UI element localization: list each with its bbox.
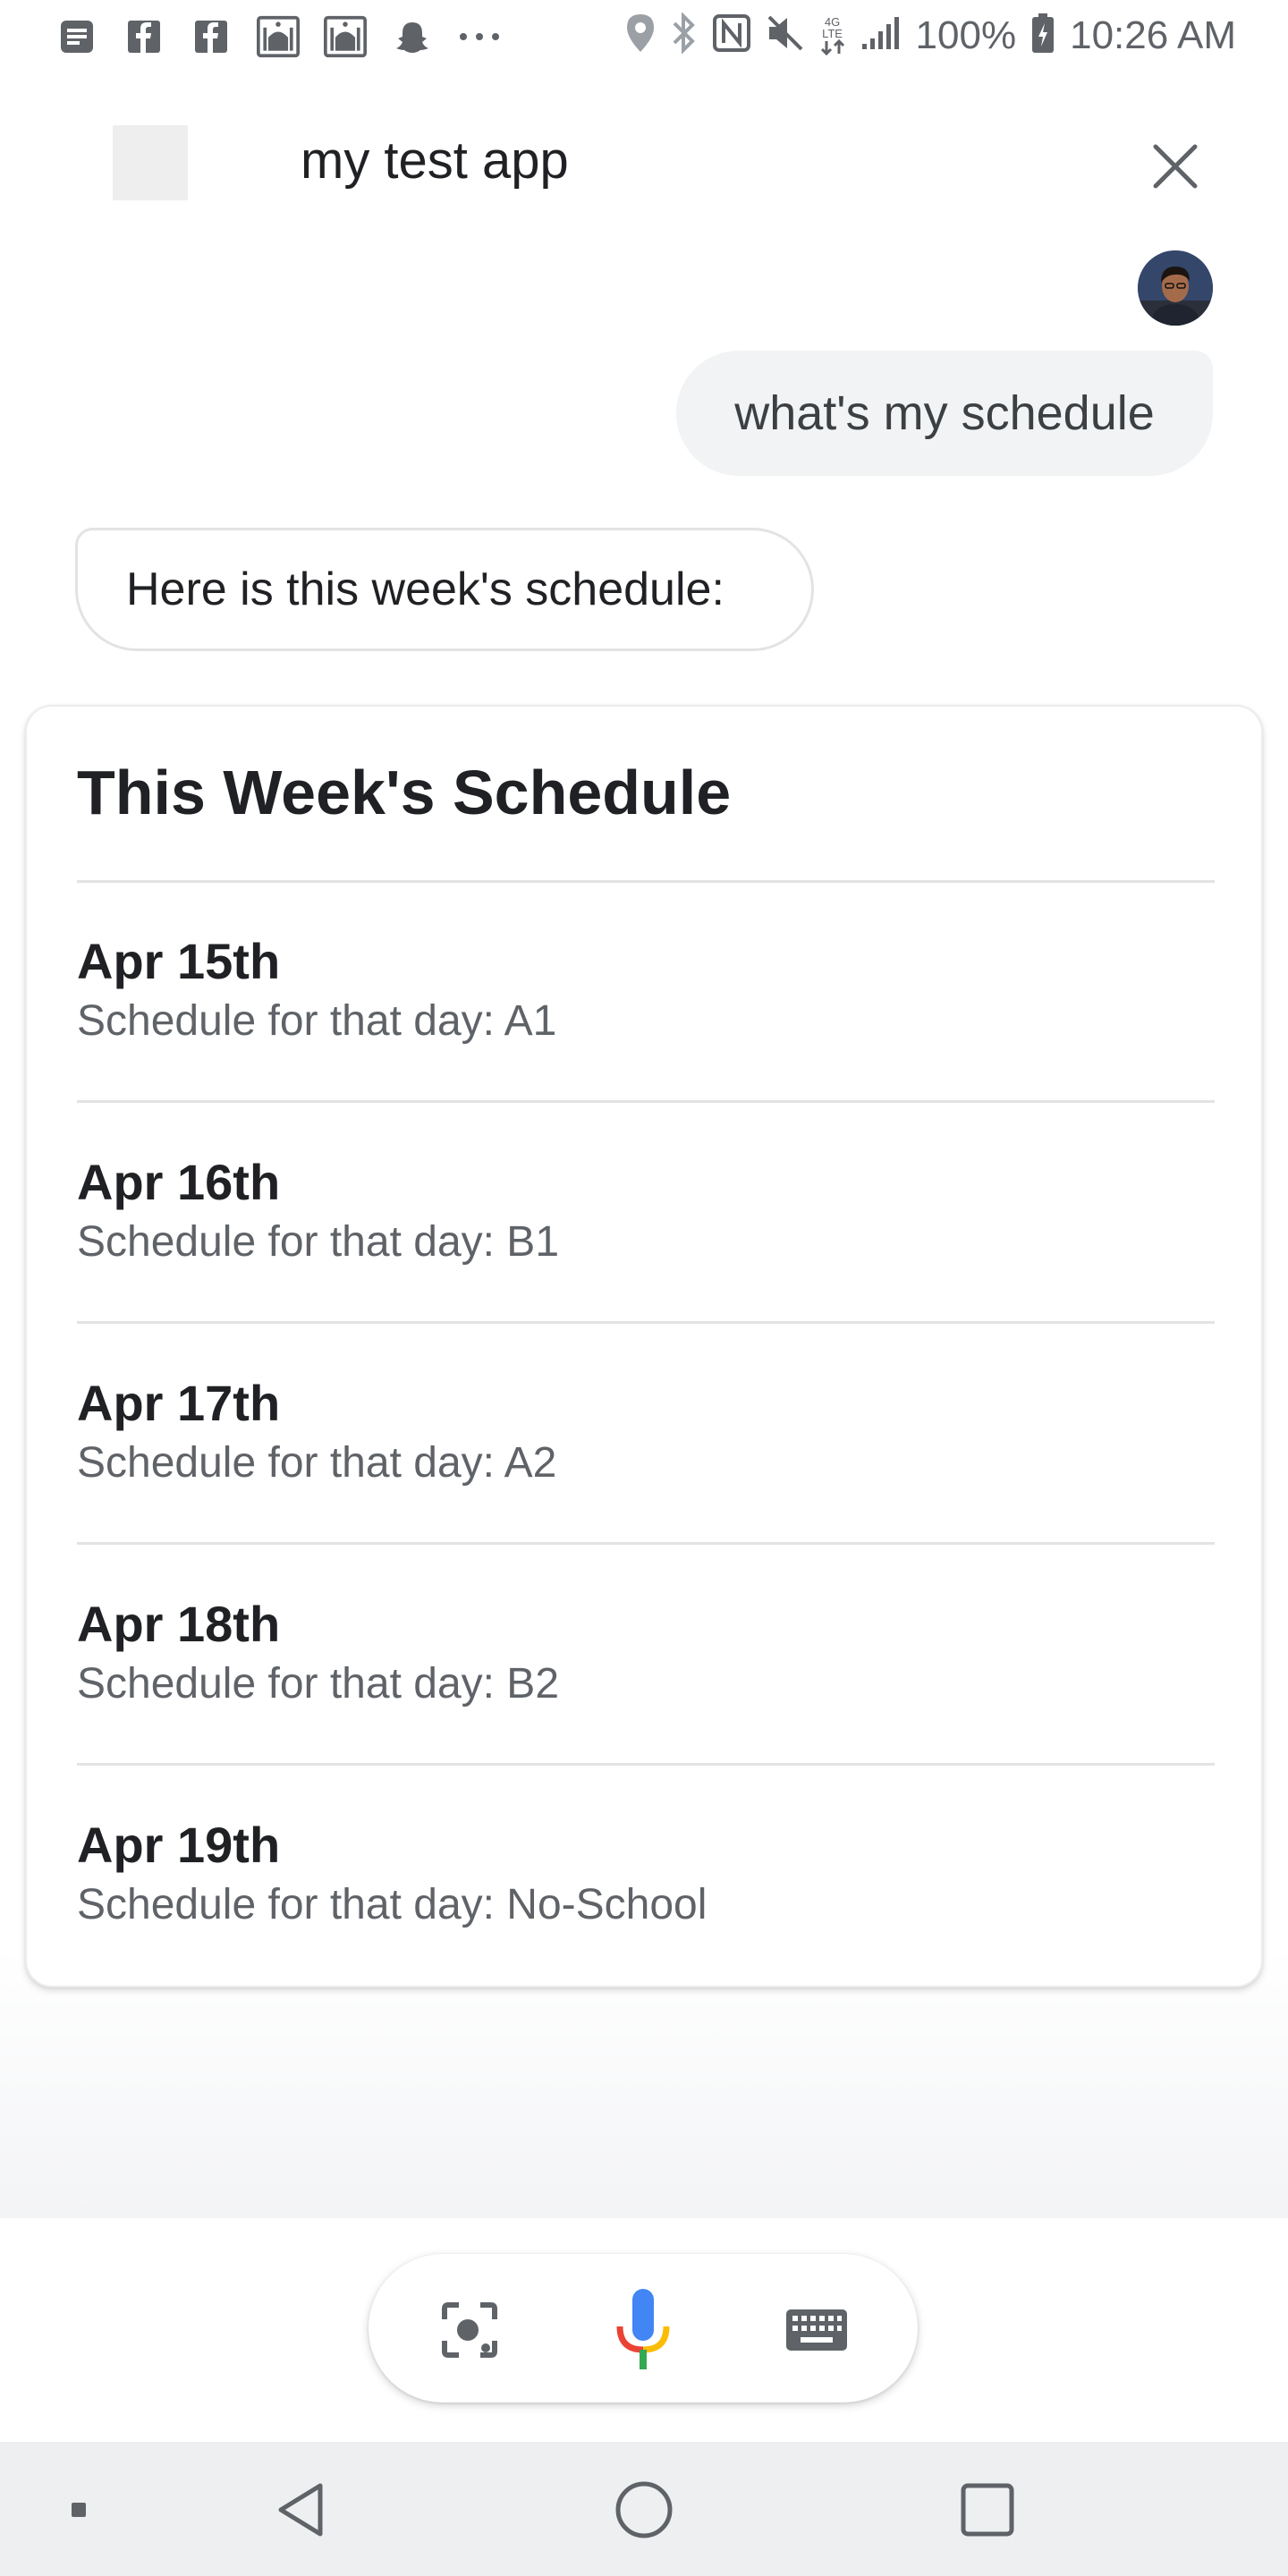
schedule-list: Apr 15th Schedule for that day: A1 Apr 1… — [27, 882, 1261, 1987]
item-date: Apr 16th — [77, 1154, 281, 1210]
recents-button[interactable] — [955, 2478, 1020, 2542]
keyboard-icon — [786, 2309, 847, 2351]
more-notifications-icon — [458, 14, 501, 59]
snapchat-icon — [391, 14, 434, 59]
item-detail: Schedule for that day: B2 — [77, 1660, 560, 1707]
list-item[interactable]: Apr 15th Schedule for that day: A1 — [27, 882, 1261, 1103]
microphone-icon — [616, 2289, 670, 2369]
battery-icon — [1030, 13, 1055, 58]
input-area — [0, 2218, 1288, 2442]
item-date: Apr 17th — [77, 1375, 281, 1431]
list-item[interactable]: Apr 16th Schedule for that day: B1 — [27, 1103, 1261, 1324]
lens-icon — [442, 2302, 497, 2358]
list-item[interactable]: Apr 18th Schedule for that day: B2 — [27, 1545, 1261, 1766]
nav-dot-icon — [72, 2503, 86, 2517]
item-detail: Schedule for that day: A2 — [77, 1439, 557, 1487]
facebook-icon — [190, 14, 233, 59]
user-message-text: what's my schedule — [734, 386, 1155, 440]
messages-icon — [55, 14, 98, 59]
notification-icons — [55, 14, 501, 59]
back-icon — [278, 2483, 323, 2537]
location-icon — [624, 13, 657, 58]
recents-icon — [961, 2483, 1014, 2537]
app-title: my test app — [301, 131, 569, 190]
network-label: 4G LTE — [822, 14, 843, 40]
list-item[interactable]: Apr 17th Schedule for that day: A2 — [27, 1324, 1261, 1545]
mosque-icon — [257, 14, 300, 59]
mosque-icon — [324, 14, 367, 59]
4g-lte-icon: 4G LTE — [819, 16, 846, 55]
home-button[interactable] — [612, 2478, 676, 2542]
clock-time: 10:26 AM — [1070, 13, 1236, 57]
status-bar: 4G LTE 100% 10:26 AM — [0, 0, 1288, 77]
item-date: Apr 19th — [77, 1817, 281, 1873]
system-status: 4G LTE 100% 10:26 AM — [624, 12, 1236, 58]
item-date: Apr 15th — [77, 933, 281, 989]
close-button[interactable] — [1143, 134, 1208, 199]
conversation-area: what's my schedule Here is this week's s… — [0, 247, 1288, 2218]
item-detail: Schedule for that day: B1 — [77, 1218, 560, 1266]
assistant-message-text: Here is this week's schedule: — [126, 564, 724, 615]
lens-button[interactable] — [429, 2290, 510, 2370]
card-title: This Week's Schedule — [77, 758, 732, 827]
item-date: Apr 18th — [77, 1596, 281, 1652]
facebook-icon — [123, 14, 165, 59]
keyboard-button[interactable] — [776, 2290, 857, 2370]
list-item[interactable]: Apr 19th Schedule for that day: No-Schoo… — [27, 1766, 1261, 1987]
signal-icon — [860, 15, 902, 55]
item-detail: Schedule for that day: A1 — [77, 997, 557, 1045]
back-button[interactable] — [268, 2478, 333, 2542]
app-logo — [113, 125, 188, 200]
nav-dot-button[interactable] — [47, 2478, 111, 2542]
nfc-icon — [712, 13, 751, 57]
mute-icon — [766, 13, 805, 57]
bluetooth-icon — [671, 12, 698, 58]
microphone-button[interactable] — [603, 2289, 683, 2370]
app-header: my test app — [0, 77, 1288, 247]
assistant-message-bubble: Here is this week's schedule: — [75, 528, 814, 651]
user-message-bubble: what's my schedule — [676, 351, 1213, 476]
battery-percent: 100% — [915, 13, 1017, 57]
item-detail: Schedule for that day: No-School — [77, 1881, 708, 1928]
user-avatar[interactable] — [1138, 250, 1213, 326]
navigation-bar — [0, 2442, 1288, 2576]
input-pill — [369, 2254, 918, 2402]
schedule-card: This Week's Schedule Apr 15th Schedule f… — [25, 705, 1263, 1987]
home-icon — [615, 2481, 673, 2538]
close-icon — [1153, 144, 1198, 189]
